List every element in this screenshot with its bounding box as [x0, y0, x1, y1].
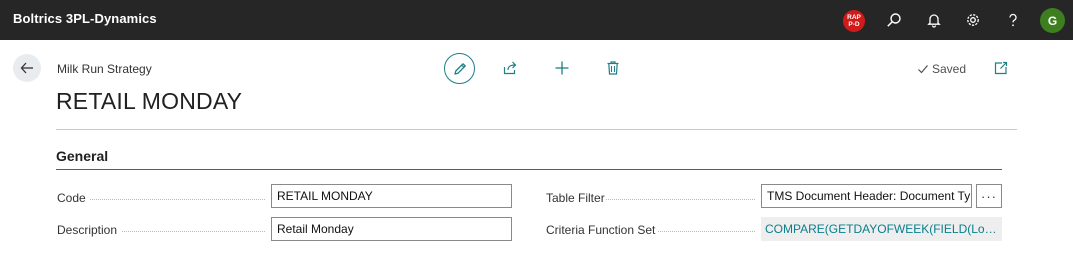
- saved-label: Saved: [932, 62, 967, 76]
- arrow-left-icon: [20, 62, 33, 74]
- section-divider: [56, 169, 1002, 170]
- top-app-bar: Boltrics 3PL-Dynamics RAP P-D G: [0, 0, 1073, 40]
- criteria-function-set-label: Criteria Function Set: [546, 223, 656, 237]
- table-filter-leader: [606, 199, 755, 200]
- trash-icon: [607, 61, 619, 75]
- pencil-icon: [453, 62, 466, 75]
- open-in-new-window-icon: [994, 61, 1008, 75]
- share-button[interactable]: [500, 58, 520, 78]
- share-icon: [503, 61, 517, 75]
- open-new-window-button[interactable]: [993, 60, 1009, 76]
- environment-badge[interactable]: RAP P-D: [843, 10, 865, 32]
- code-leader: [90, 199, 265, 200]
- save-status: Saved: [917, 62, 966, 76]
- checkmark-icon: [918, 65, 928, 74]
- edit-button[interactable]: [444, 53, 475, 84]
- back-button[interactable]: [13, 54, 41, 82]
- code-label: Code: [57, 191, 86, 205]
- code-field[interactable]: RETAIL MONDAY: [271, 184, 512, 208]
- table-filter-label: Table Filter: [546, 191, 605, 205]
- description-label: Description: [57, 223, 118, 237]
- criteria-leader: [658, 231, 755, 232]
- description-field[interactable]: Retail Monday: [271, 217, 512, 241]
- header-divider: [56, 129, 1017, 130]
- breadcrumb: Milk Run Strategy: [57, 62, 152, 76]
- delete-button[interactable]: [603, 58, 623, 78]
- plus-icon: [555, 61, 569, 75]
- badge-line-2: P-D: [848, 21, 860, 28]
- search-icon[interactable]: [884, 10, 904, 30]
- table-filter-field[interactable]: TMS Document Header: Document Type: [761, 184, 972, 208]
- bell-icon[interactable]: [924, 10, 944, 30]
- new-button[interactable]: [552, 58, 572, 78]
- description-leader: [122, 231, 265, 232]
- table-filter-lookup-button[interactable]: ···: [976, 184, 1002, 208]
- app-title[interactable]: Boltrics 3PL-Dynamics: [13, 11, 157, 26]
- avatar[interactable]: G: [1040, 8, 1065, 33]
- section-title-general[interactable]: General: [56, 148, 108, 164]
- help-icon[interactable]: [1003, 10, 1023, 30]
- gear-icon[interactable]: [963, 10, 983, 30]
- criteria-function-set-link[interactable]: COMPARE(GETDAYOFWEEK(FIELD(Loading ...: [761, 217, 1002, 241]
- badge-line-1: RAP: [847, 14, 861, 21]
- page-title: RETAIL MONDAY: [56, 88, 243, 114]
